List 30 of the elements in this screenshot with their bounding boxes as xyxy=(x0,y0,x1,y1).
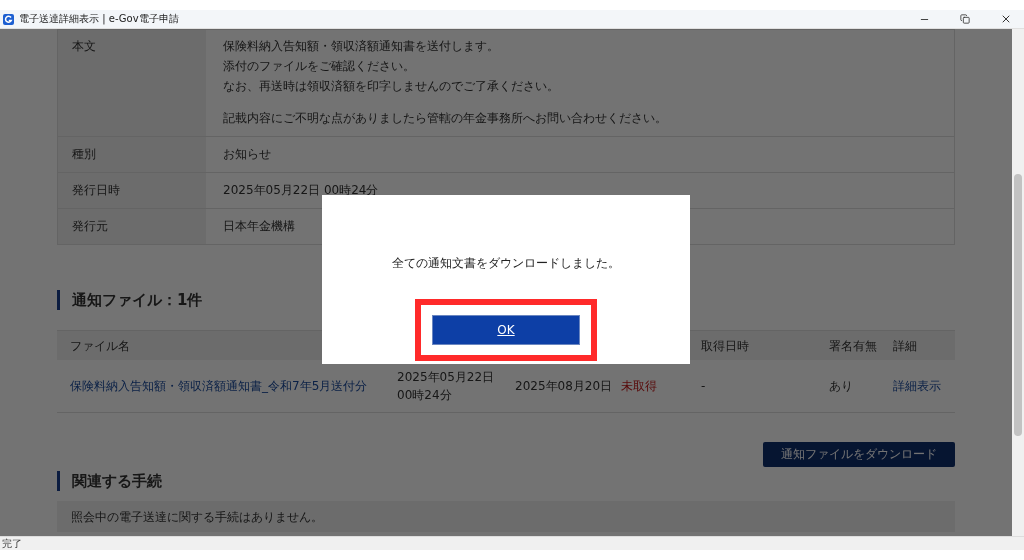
link[interactable]: 保険料納入告知額・領収済額通知書_令和7年5月送付分 xyxy=(70,377,397,395)
column-header: 署名有無 xyxy=(829,330,893,360)
window-title: 電子送達詳細表示 | e-Gov電子申請 xyxy=(19,12,180,26)
status-text: 完了 xyxy=(0,536,1024,550)
table-cell-text: - xyxy=(701,378,707,395)
table-cell-text: あり xyxy=(829,378,854,395)
field-label: 発行日時 xyxy=(58,172,206,208)
restore-icon xyxy=(960,14,970,24)
scrollbar[interactable] xyxy=(1012,29,1024,536)
field-label: 発行元 xyxy=(58,208,206,244)
field-value: 記載内容にご不明な点がありましたら管轄の年金事務所へお問い合わせください。 xyxy=(223,110,668,127)
logo-icon xyxy=(3,13,14,25)
close-icon xyxy=(1000,13,1012,25)
field-value: 日本年金機構 xyxy=(223,218,296,235)
table-cell-text: 未取得 xyxy=(621,378,658,395)
column-header: 詳細 xyxy=(893,330,955,360)
empty-message: 照会中の電子送達に関する手続はありません。 xyxy=(71,510,323,524)
column-header: 取得日時 xyxy=(701,330,829,360)
table-cell-text: 2025年05月22日 00時24分 xyxy=(397,369,496,404)
section-heading: 関連する手続 xyxy=(57,471,955,491)
field-value: 2025年05月22日 00時24分 xyxy=(223,182,380,199)
field-label: 本文 xyxy=(58,29,206,136)
field-label: 種別 xyxy=(58,136,206,172)
dialog-message: 全ての通知文書をダウンロードしました。 xyxy=(392,255,620,272)
field-value: 保険料納入告知額・領収済額通知書を送付します。 添付のファイルをご確認ください。 なお、再送時は領収済額を印字しませんのでご了承ください。 xyxy=(223,38,560,95)
field-value: お知らせ xyxy=(223,146,272,163)
link[interactable]: 詳細表示 xyxy=(893,377,955,395)
ok-button[interactable]: OK xyxy=(432,315,580,345)
download-button[interactable]: 通知ファイルをダウンロード xyxy=(763,442,955,467)
table-cell-text: 2025年08月20日 xyxy=(515,378,614,395)
